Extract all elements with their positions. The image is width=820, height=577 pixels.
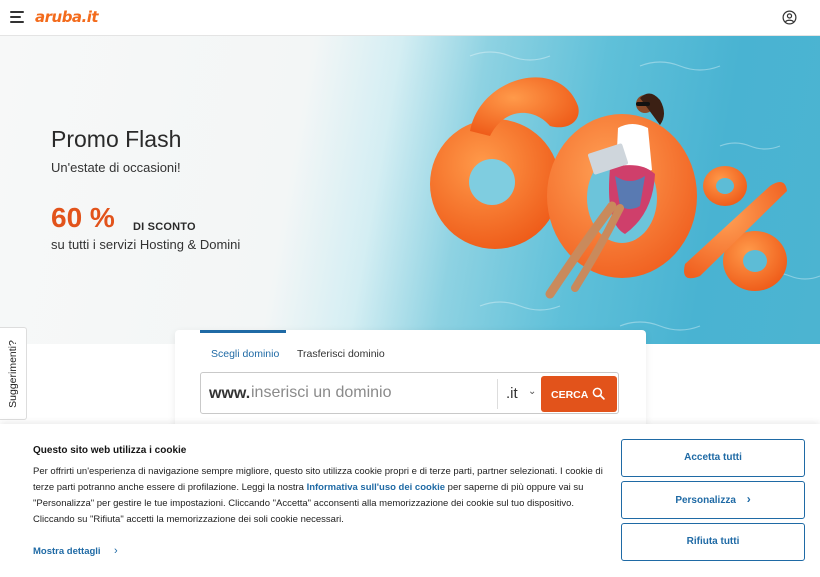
- cookie-banner-title: Questo sito web utilizza i cookie: [33, 445, 187, 456]
- discount-value: 60 %: [51, 202, 115, 233]
- promo-hero-banner: Promo Flash Un'estate di occasioni! 60 %…: [0, 36, 820, 344]
- site-header: aruba.it: [0, 0, 820, 36]
- www-prefix: www.: [209, 385, 251, 402]
- feedback-side-tab-label: Suggerimenti?: [7, 340, 19, 408]
- user-account-icon[interactable]: [782, 10, 797, 25]
- chevron-right-icon: ›: [746, 492, 751, 506]
- aruba-logo[interactable]: aruba.it: [35, 8, 99, 26]
- feedback-side-tab[interactable]: Suggerimenti?: [0, 327, 27, 420]
- search-button-label: CERCA: [551, 389, 589, 401]
- domain-search-box: www. .it ⌄ CERCA: [200, 372, 619, 414]
- domain-search-input[interactable]: [251, 382, 491, 404]
- accept-all-button[interactable]: Accetta tutti: [621, 439, 805, 477]
- hamburger-menu-icon[interactable]: [10, 11, 25, 24]
- discount-label: DI SCONTO: [133, 221, 196, 233]
- cookie-policy-link[interactable]: Informativa sull'uso dei cookie: [307, 482, 445, 493]
- promo-title: Promo Flash: [51, 126, 182, 152]
- chevron-right-icon[interactable]: ›: [114, 545, 118, 557]
- search-button[interactable]: CERCA: [541, 376, 617, 412]
- promo-subtitle: Un'estate di occasioni!: [51, 160, 181, 175]
- cookie-banner-text: Per offrirti un'esperienza di navigazion…: [33, 464, 611, 528]
- chevron-down-icon[interactable]: ⌄: [528, 386, 536, 397]
- show-details-link[interactable]: Mostra dettagli: [33, 546, 101, 557]
- customize-button[interactable]: Personalizza ›: [621, 481, 805, 519]
- reject-all-button[interactable]: Rifiuta tutti: [621, 523, 805, 561]
- search-icon: [592, 387, 605, 400]
- promo-60-percent-image: [430, 51, 820, 331]
- tld-divider: [497, 379, 498, 409]
- tab-choose-domain[interactable]: Scegli dominio: [211, 348, 279, 360]
- tld-select[interactable]: .it: [506, 385, 518, 402]
- domain-search-card: Scegli dominio Trasferisci dominio www. …: [175, 330, 646, 430]
- active-tab-indicator: [200, 330, 286, 333]
- tab-transfer-domain[interactable]: Trasferisci dominio: [297, 348, 385, 360]
- customize-button-label: Personalizza: [675, 495, 736, 506]
- promo-services-text: su tutti i servizi Hosting & Domini: [51, 237, 241, 252]
- cookie-consent-banner: Questo sito web utilizza i cookie Per of…: [0, 424, 820, 577]
